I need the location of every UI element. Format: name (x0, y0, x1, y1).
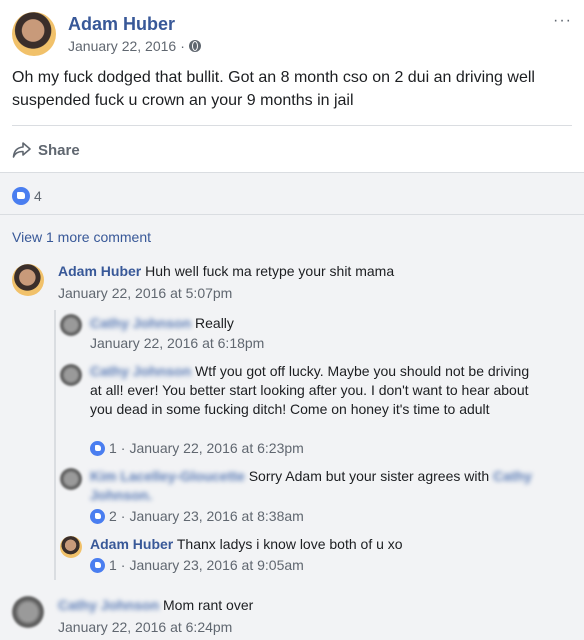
comment-text: Huh well fuck ma retype your shit mama (145, 263, 395, 279)
comment: Adam Huber Huh well fuck ma retype your … (58, 262, 568, 281)
meta-separator: · (120, 557, 126, 573)
reply-author[interactable]: Cathy Johnson (90, 315, 191, 331)
reply-like-count[interactable]: 2 (109, 508, 117, 524)
like-icon (90, 557, 105, 573)
reply-time[interactable]: January 23, 2016 at 9:05am (129, 557, 303, 573)
comment-meta: January 22, 2016 at 5:07pm (58, 285, 232, 301)
reply-like-count[interactable]: 1 (109, 557, 117, 573)
comment-text: Mom rant over (163, 597, 254, 613)
reply-meta: 1 · January 22, 2016 at 6:23pm (90, 440, 304, 456)
more-options-icon[interactable]: ··· (553, 12, 572, 30)
author-avatar[interactable] (12, 12, 56, 56)
post-reactions[interactable]: 4 (12, 186, 42, 206)
reply-text: Thanx ladys i know love both of u xo (176, 536, 403, 552)
reply-avatar[interactable] (60, 364, 82, 386)
reply-avatar[interactable] (60, 536, 82, 558)
reply-meta: 2 · January 23, 2016 at 8:38am (90, 508, 304, 524)
post-text: Oh my fuck dodged that bullit. Got an 8 … (12, 69, 535, 109)
like-icon (12, 187, 30, 205)
post-date[interactable]: January 22, 2016 (68, 38, 176, 54)
reply: Cathy Johnson Wtf you got off lucky. May… (90, 362, 540, 419)
reply: Cathy Johnson Really (90, 314, 570, 333)
post-author-name[interactable]: Adam Huber (68, 14, 175, 35)
reply-avatar[interactable] (60, 314, 82, 336)
like-icon (90, 440, 105, 456)
share-arrow-icon (12, 142, 31, 158)
reply-thread-line (54, 310, 56, 580)
meta-separator: · (180, 38, 185, 54)
reply-avatar[interactable] (60, 468, 82, 490)
comment-meta: January 22, 2016 at 6:24pm (58, 619, 232, 635)
reply-time[interactable]: January 22, 2016 at 6:18pm (90, 335, 264, 351)
share-label: Share (38, 141, 80, 159)
like-icon (90, 508, 105, 524)
globe-icon (188, 40, 201, 52)
reply-text: Sorry Adam but your sister agrees with (248, 468, 490, 484)
view-more-comments-link[interactable]: View 1 more comment (12, 229, 151, 245)
comment-author[interactable]: Cathy Johnson (58, 597, 159, 613)
comment-author[interactable]: Adam Huber (58, 263, 141, 279)
reply: Adam Huber Thanx ladys i know love both … (90, 535, 570, 554)
reply-author[interactable]: Kim Lacelley-Gloucette (90, 468, 245, 484)
reply-author[interactable]: Adam Huber (90, 536, 173, 552)
share-button[interactable]: Share (12, 136, 80, 164)
comment: Cathy Johnson Mom rant over (58, 596, 568, 615)
post-header: Adam Huber January 22, 2016 · ··· (12, 12, 572, 60)
reply: Kim Lacelley-Gloucette Sorry Adam but yo… (90, 467, 540, 505)
reply-meta: 1 · January 23, 2016 at 9:05am (90, 557, 304, 573)
comment-avatar[interactable] (12, 264, 44, 296)
reply-like-count[interactable]: 1 (109, 440, 117, 456)
post-meta: January 22, 2016 · (68, 38, 201, 54)
reactions-divider (0, 214, 584, 215)
reply-meta: January 22, 2016 at 6:18pm (90, 335, 264, 351)
reply-time[interactable]: January 23, 2016 at 8:38am (129, 508, 303, 524)
meta-separator: · (120, 440, 126, 456)
like-count: 4 (34, 188, 42, 204)
meta-separator: · (120, 508, 126, 524)
comment-time[interactable]: January 22, 2016 at 5:07pm (58, 285, 232, 301)
comment-time[interactable]: January 22, 2016 at 6:24pm (58, 619, 232, 635)
post-divider (12, 125, 572, 126)
reply-author[interactable]: Cathy Johnson (90, 363, 191, 379)
reply-text: Really (195, 315, 234, 331)
comment-avatar[interactable] (12, 596, 44, 628)
reply-time[interactable]: January 22, 2016 at 6:23pm (129, 440, 303, 456)
